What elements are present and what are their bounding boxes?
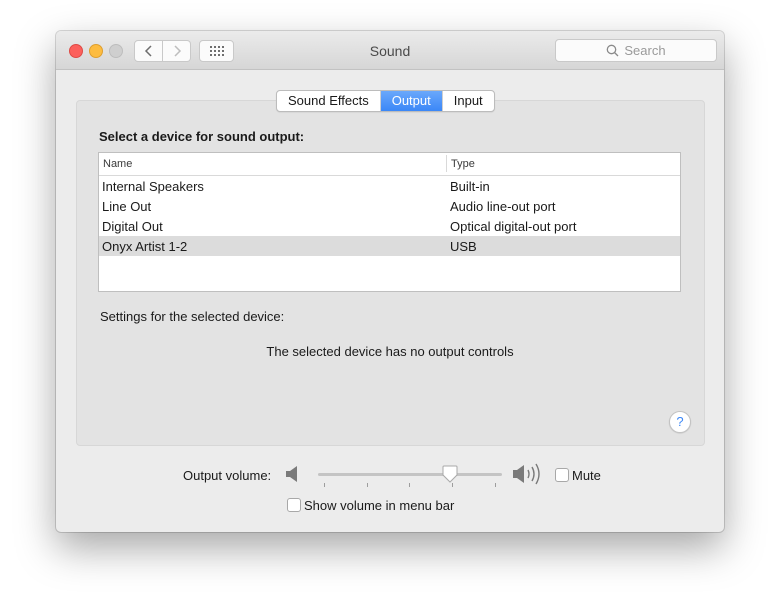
device-type: USB	[450, 239, 477, 254]
sound-preferences-window: Sound Search Sound Effects Output Input …	[56, 31, 724, 532]
table-row[interactable]: Digital Out Optical digital-out port	[99, 216, 680, 236]
column-header-type[interactable]: Type	[451, 158, 475, 170]
no-controls-message: The selected device has no output contro…	[266, 344, 514, 359]
table-header: Name Type	[99, 153, 680, 176]
device-name: Digital Out	[102, 219, 163, 234]
settings-label: Settings for the selected device:	[100, 309, 285, 324]
search-placeholder: Search	[624, 43, 666, 58]
table-row[interactable]: Line Out Audio line-out port	[99, 196, 680, 216]
device-name: Line Out	[102, 199, 152, 214]
column-header-name[interactable]: Name	[103, 158, 132, 170]
slider-tick	[409, 483, 410, 487]
search-icon	[607, 44, 619, 57]
help-button[interactable]: ?	[669, 411, 691, 433]
show-volume-in-menu-bar-label[interactable]: Show volume in menu bar	[304, 498, 454, 513]
device-type: Optical digital-out port	[450, 219, 577, 234]
device-name: Onyx Artist 1-2	[102, 239, 188, 254]
show-volume-in-menu-bar-checkbox[interactable]	[287, 498, 301, 512]
slider-tick	[495, 483, 496, 487]
device-list-heading: Select a device for sound output:	[99, 129, 305, 144]
tab-bar: Sound Effects Output Input	[276, 90, 495, 112]
tab-input[interactable]: Input	[443, 91, 494, 111]
column-divider[interactable]	[446, 155, 447, 172]
search-field[interactable]: Search	[555, 39, 717, 62]
slider-tick	[367, 483, 368, 487]
device-name: Internal Speakers	[102, 179, 204, 194]
output-device-table[interactable]: Name Type Internal Speakers Built-in Lin…	[98, 152, 681, 292]
table-row-selected[interactable]: Onyx Artist 1-2 USB	[99, 236, 680, 256]
tab-sound-effects[interactable]: Sound Effects	[277, 91, 381, 111]
slider-tick	[324, 483, 325, 487]
output-volume-label: Output volume:	[183, 468, 272, 483]
speaker-low-icon	[286, 466, 297, 482]
slider-track[interactable]	[318, 473, 502, 476]
tab-output[interactable]: Output	[380, 91, 443, 111]
table-row[interactable]: Internal Speakers Built-in	[99, 176, 680, 196]
slider-tick	[452, 483, 453, 487]
device-type: Built-in	[450, 179, 490, 194]
title-bar: Sound Search	[56, 31, 724, 70]
mute-checkbox[interactable]	[555, 468, 569, 482]
slider-thumb[interactable]	[442, 465, 458, 483]
speaker-high-icon	[513, 463, 540, 485]
output-volume-slider[interactable]	[318, 463, 502, 487]
mute-label[interactable]: Mute	[572, 468, 601, 483]
device-type: Audio line-out port	[450, 199, 556, 214]
